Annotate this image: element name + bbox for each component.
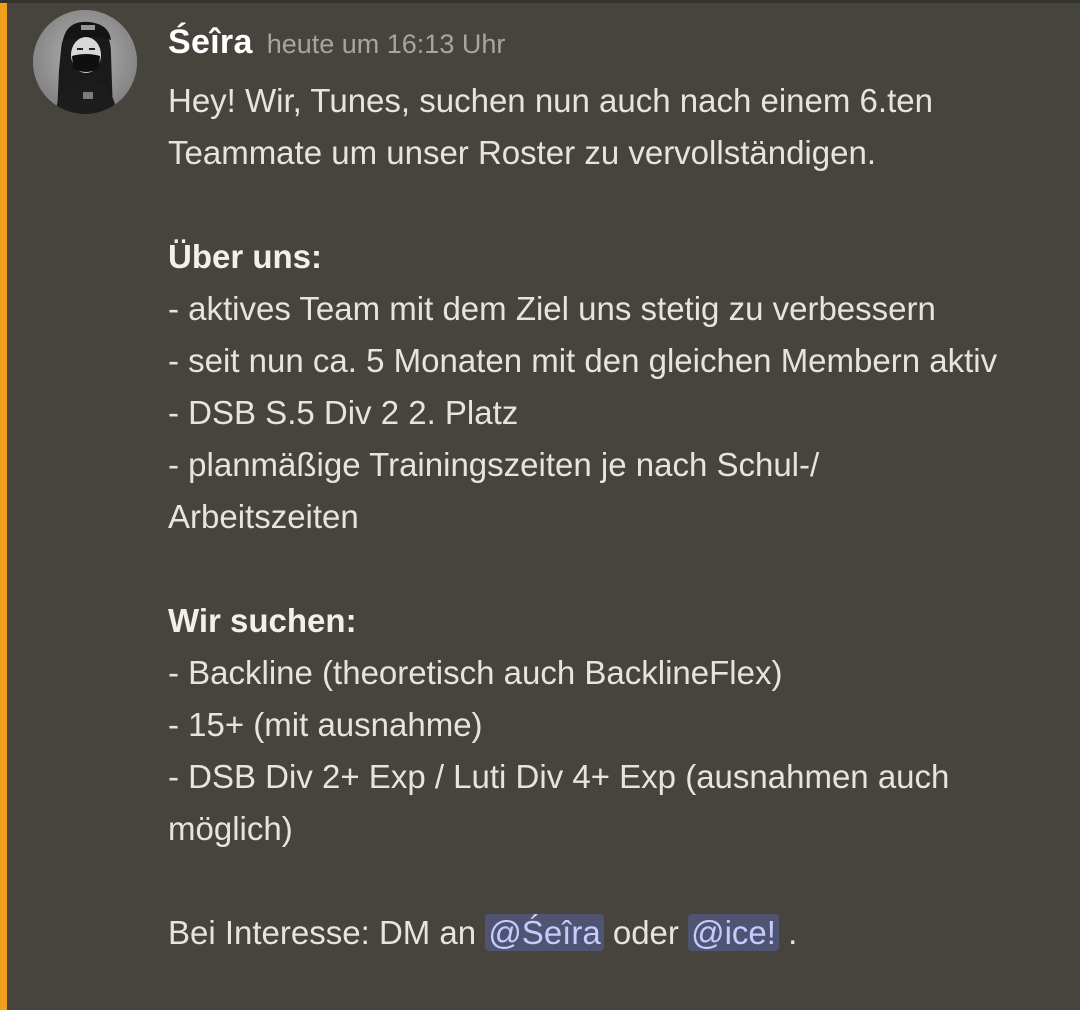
message-body: Hey! Wir, Tunes, suchen nun auch nach ei… bbox=[168, 75, 1053, 959]
about-item: - aktives Team mit dem Ziel uns stetig z… bbox=[168, 290, 936, 327]
mention-seira[interactable]: @Śeîra bbox=[485, 914, 604, 951]
about-item: - planmäßige Trainingszeiten je nach Sch… bbox=[168, 446, 820, 535]
mention-ice[interactable]: @ice! bbox=[688, 914, 779, 951]
about-item: - DSB S.5 Div 2 2. Platz bbox=[168, 394, 519, 431]
search-heading: Wir suchen: bbox=[168, 602, 357, 639]
search-item: - 15+ (mit ausnahme) bbox=[168, 706, 483, 743]
message-container: Śeîra heute um 16:13 Uhr Hey! Wir, Tunes,… bbox=[0, 0, 1080, 1010]
username[interactable]: Śeîra bbox=[168, 23, 253, 61]
contact-suffix: . bbox=[778, 914, 798, 951]
timestamp: heute um 16:13 Uhr bbox=[266, 29, 506, 59]
contact-prefix: Bei Interesse: DM an bbox=[168, 914, 486, 951]
about-heading: Über uns: bbox=[168, 238, 323, 275]
contact-middle: oder bbox=[603, 914, 689, 951]
message-header: Śeîra heute um 16:13 Uhr bbox=[168, 23, 505, 62]
message-intro: Hey! Wir, Tunes, suchen nun auch nach ei… bbox=[168, 82, 933, 171]
contact-line: Bei Interesse: DM an @Śeîra oder @ice! . bbox=[168, 907, 1053, 959]
search-item: - DSB Div 2+ Exp / Luti Div 4+ Exp (ausn… bbox=[168, 758, 950, 847]
about-item: - seit nun ca. 5 Monaten mit den gleiche… bbox=[168, 342, 998, 379]
avatar-icon bbox=[33, 10, 137, 114]
search-item: - Backline (theoretisch auch BacklineFle… bbox=[168, 654, 783, 691]
user-avatar[interactable] bbox=[33, 10, 137, 114]
highlight-accent-bar bbox=[0, 3, 7, 1010]
